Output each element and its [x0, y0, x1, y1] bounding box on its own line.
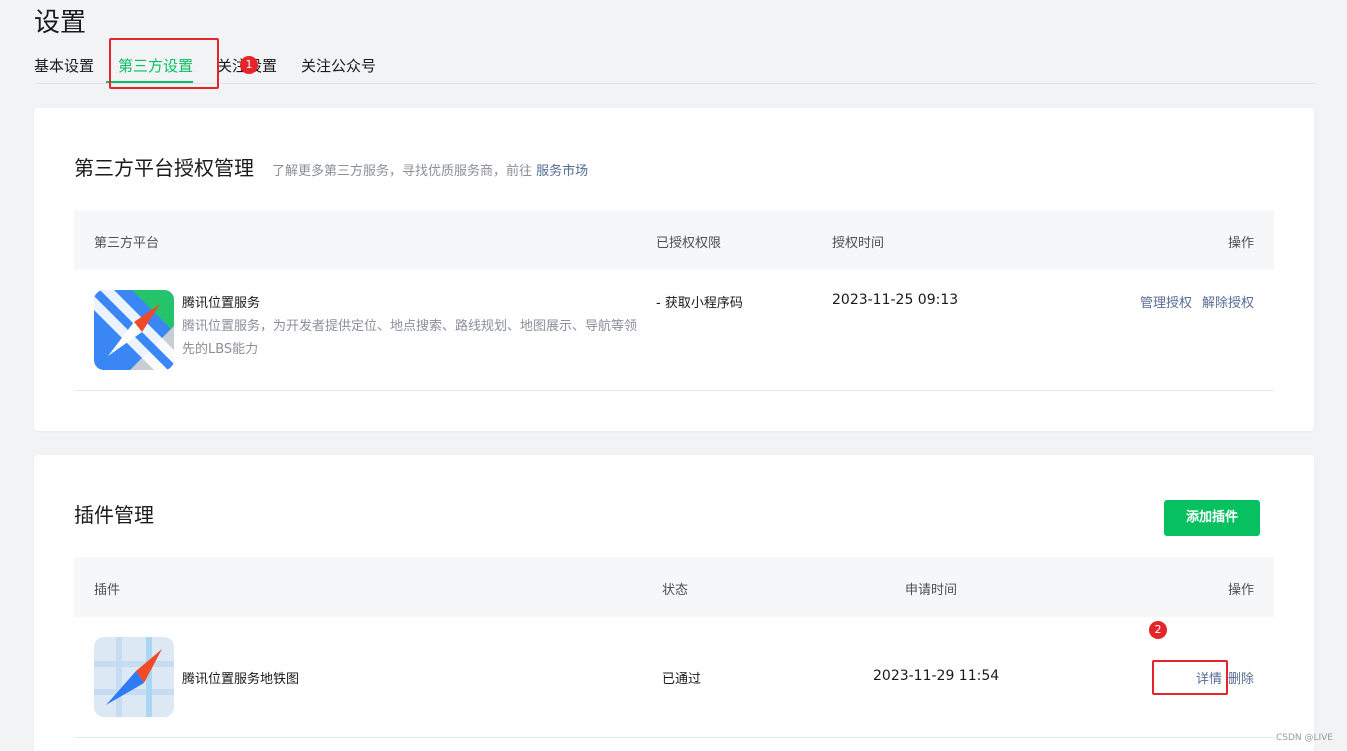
tab-basic-settings[interactable]: 基本设置 [34, 48, 94, 84]
plugin-table-header: 插件 状态 申请时间 操作 [74, 557, 1274, 617]
col-auth-time: 授权时间 [832, 236, 885, 251]
watermark: CSDN @LIVE [1275, 733, 1333, 743]
platform-description: 腾讯位置服务，为开发者提供定位、地点搜索、路线规划、地图展示、导航等领先的LBS… [182, 319, 638, 357]
plugin-apply-time: 2023-11-29 11:54 [873, 668, 1000, 684]
third-party-auth-card: 第三方平台授权管理 了解更多第三方服务，寻找优质服务商，前往 服务市场 第三方平… [34, 108, 1314, 431]
platform-name: 腾讯位置服务 [182, 296, 261, 311]
annotation-box-tab [109, 38, 219, 89]
tencent-location-service-icon [94, 290, 174, 370]
col-platform: 第三方平台 [94, 236, 160, 251]
col-status: 状态 [662, 583, 689, 598]
col-action: 操作 [1227, 236, 1254, 251]
annotation-box-detail [1152, 660, 1228, 695]
annotation-badge-1: 1 [240, 56, 258, 74]
auth-card-desc-text: 了解更多第三方服务，寻找优质服务商，前往 [272, 164, 533, 179]
plugin-management-card: 插件管理 添加插件 插件 状态 申请时间 操作 腾讯位置服务地铁图 已通过 20… [34, 455, 1314, 751]
service-market-link[interactable]: 服务市场 [536, 164, 588, 179]
settings-tabs: 基本设置 第三方设置 关注设置 关注公众号 [34, 48, 1314, 84]
add-plugin-button[interactable]: 添加插件 [1164, 500, 1260, 536]
table-row: 腾讯位置服务地铁图 已通过 2023-11-29 11:54 详情 删除 [74, 617, 1274, 738]
tab-follow-official-account[interactable]: 关注公众号 [301, 48, 376, 84]
col-plugin: 插件 [94, 583, 121, 598]
granted-permission: - 获取小程序码 [656, 296, 743, 311]
auth-time: 2023-11-25 09:13 [832, 292, 959, 308]
page-title: 设置 [34, 8, 87, 38]
manage-auth-link[interactable]: 管理授权 [1140, 292, 1192, 311]
annotation-badge-2: 2 [1149, 621, 1167, 639]
plugin-card-title: 插件管理 [74, 503, 154, 527]
col-permission: 已授权权限 [656, 236, 722, 251]
plugin-status: 已通过 [662, 672, 702, 687]
auth-card-description: 了解更多第三方服务，寻找优质服务商，前往 服务市场 [272, 160, 588, 179]
revoke-auth-link[interactable]: 解除授权 [1202, 292, 1254, 311]
table-row: 腾讯位置服务 腾讯位置服务，为开发者提供定位、地点搜索、路线规划、地图展示、导航… [74, 270, 1274, 391]
plugin-name: 腾讯位置服务地铁图 [182, 672, 300, 687]
col-plugin-action: 操作 [1227, 583, 1254, 598]
plugin-delete-link[interactable]: 删除 [1228, 668, 1254, 687]
auth-table-header: 第三方平台 已授权权限 授权时间 操作 [74, 210, 1274, 270]
tencent-map-subway-plugin-icon [94, 637, 174, 717]
col-apply-time: 申请时间 [905, 583, 958, 598]
auth-card-title: 第三方平台授权管理 [74, 156, 254, 180]
